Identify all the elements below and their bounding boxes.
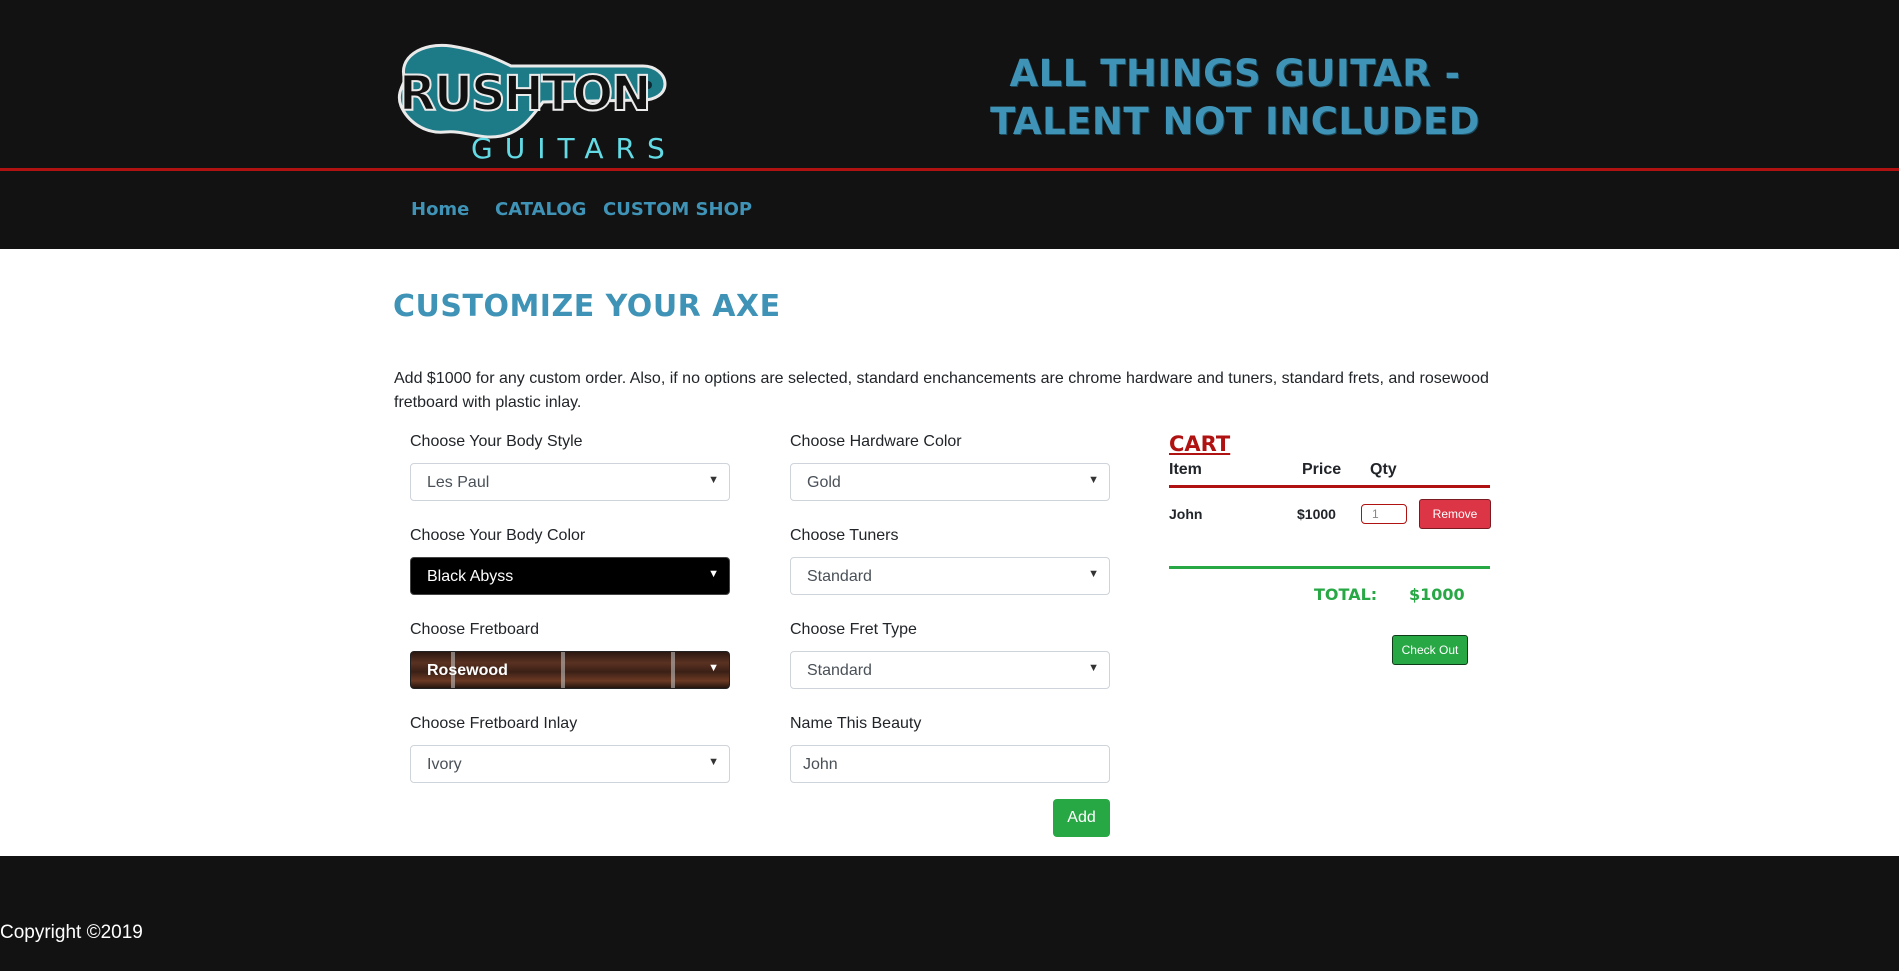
cart-item-name: John [1169, 506, 1203, 522]
body-style-value: Les Paul [427, 474, 490, 491]
cart-qty-input[interactable]: 1 [1361, 504, 1407, 524]
body-style-label: Choose Your Body Style [410, 433, 583, 450]
site-header: RUSHTON GUITARS ALL THINGS GUITAR - TALE… [0, 0, 1899, 171]
fretboard-value: Rosewood [427, 662, 508, 679]
cart-item-price: $1000 [1297, 506, 1336, 522]
tuners-value: Standard [807, 568, 872, 585]
remove-button[interactable]: Remove [1419, 499, 1491, 529]
fretboard-select[interactable]: Rosewood ▼ [410, 651, 730, 689]
hardware-color-value: Gold [807, 474, 841, 491]
cart-col-item: Item [1169, 461, 1202, 478]
dropdown-caret-icon: ▼ [1088, 568, 1099, 580]
dropdown-caret-icon: ▼ [708, 662, 719, 674]
site-footer: Copyright ©2019 [0, 856, 1899, 971]
nav-catalog[interactable]: CATALOG [495, 199, 586, 220]
dropdown-caret-icon: ▼ [1088, 474, 1099, 486]
site-tagline: ALL THINGS GUITAR - TALENT NOT INCLUDED [990, 52, 1480, 143]
body-color-value: Black Abyss [427, 568, 514, 585]
tuners-label: Choose Tuners [790, 527, 899, 544]
cart-col-qty: Qty [1370, 461, 1397, 478]
cart-total-value: $1000 [1409, 585, 1465, 604]
nav-custom-shop[interactable]: CUSTOM SHOP [603, 199, 752, 220]
body-style-select[interactable]: Les Paul ▼ [410, 463, 730, 501]
checkout-button[interactable]: Check Out [1392, 635, 1468, 665]
cart-header-row: Item Price Qty [1169, 461, 1490, 488]
dropdown-caret-icon: ▼ [708, 474, 719, 486]
main-content: Customize Your Axe Add $1000 for any cus… [0, 249, 1899, 856]
page-title: Customize Your Axe [393, 289, 781, 324]
cart-title: CART [1169, 432, 1231, 456]
guitar-name-input[interactable]: John [790, 745, 1110, 783]
cart-col-price: Price [1302, 461, 1342, 478]
body-color-select[interactable]: Black Abyss ▼ [410, 557, 730, 595]
cart-total-label: TOTAL: [1314, 585, 1378, 604]
body-color-label: Choose Your Body Color [410, 527, 586, 544]
rushton-guitars-logo[interactable]: RUSHTON GUITARS [393, 40, 673, 165]
hardware-color-label: Choose Hardware Color [790, 433, 962, 450]
dropdown-caret-icon: ▼ [708, 568, 719, 580]
tuners-select[interactable]: Standard ▼ [790, 557, 1110, 595]
svg-text:GUITARS: GUITARS [471, 132, 673, 165]
dropdown-caret-icon: ▼ [708, 756, 719, 768]
add-button[interactable]: Add [1053, 799, 1110, 837]
copyright-text: Copyright ©2019 [0, 922, 143, 943]
fretboard-label: Choose Fretboard [410, 621, 539, 638]
fretboard-inlay-select[interactable]: Ivory ▼ [410, 745, 730, 783]
fret-type-select[interactable]: Standard ▼ [790, 651, 1110, 689]
fretboard-inlay-label: Choose Fretboard Inlay [410, 715, 578, 732]
svg-text:RUSHTON: RUSHTON [399, 66, 649, 122]
nav-home[interactable]: Home [411, 199, 469, 220]
hardware-color-select[interactable]: Gold ▼ [790, 463, 1110, 501]
dropdown-caret-icon: ▼ [1088, 662, 1099, 674]
intro-text: Add $1000 for any custom order. Also, if… [394, 370, 1489, 411]
main-navbar: Home CATALOG CUSTOM SHOP [0, 171, 1899, 249]
cart-total-divider [1169, 566, 1490, 569]
fret-type-value: Standard [807, 662, 872, 679]
fret-type-label: Choose Fret Type [790, 621, 917, 638]
fretboard-inlay-value: Ivory [427, 756, 462, 773]
guitar-name-label: Name This Beauty [790, 715, 922, 732]
